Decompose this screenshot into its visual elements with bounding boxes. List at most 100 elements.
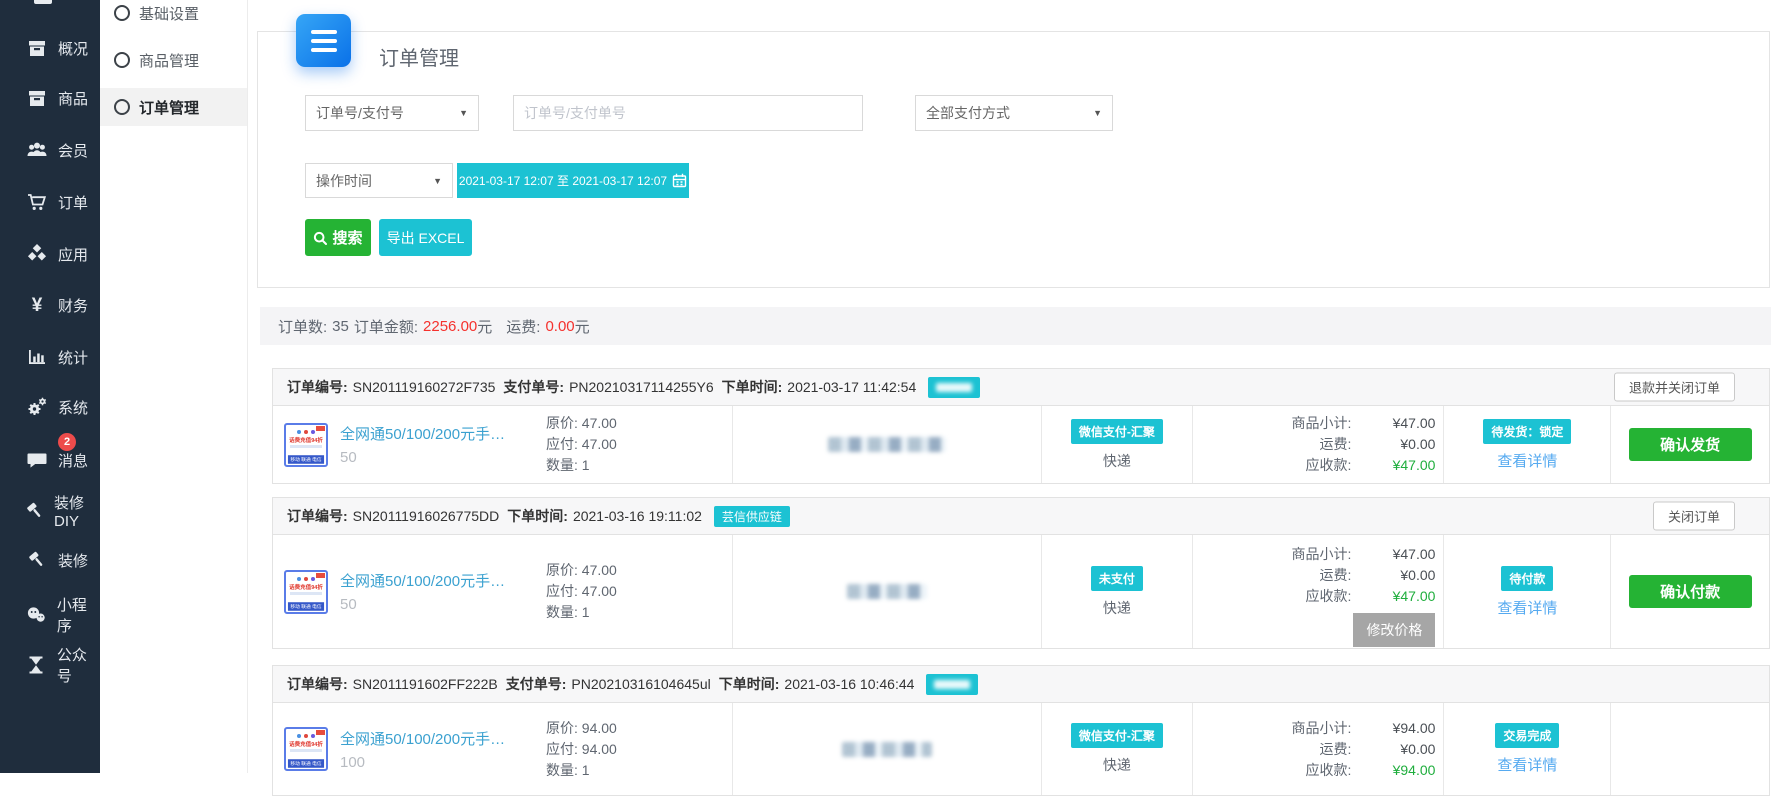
status-badge: 待付款 [1501,566,1553,591]
sidebar-item-label: 财务 [58,295,88,316]
view-details-link[interactable]: 查看详情 [1497,597,1557,618]
view-details-link[interactable]: 查看详情 [1497,754,1557,775]
subtotal: ¥47.00 [1351,544,1435,565]
sidebar-item-system[interactable]: 系统 [0,387,100,427]
shipping-fee: ¥0.00 [1351,434,1435,455]
order-card: 订单编号: SN201119160272F735 支付单号: PN2021031… [272,368,1770,484]
payment-cell: 未支付 快递 [1042,535,1193,648]
order-sn: SN201119160272F735 [353,379,496,395]
product-name-link[interactable]: 全网通50/100/200元手… [340,728,536,749]
sidebar-item-label: 消息 [58,450,88,471]
amount-label: 订单金额: [354,316,418,337]
receivable: ¥47.00 [1351,586,1435,607]
order-row: 话费充值94折 移动 联通 电信 全网通50/100/200元手… 50 原价:… [273,406,1769,483]
message-count-badge: 2 [58,433,76,451]
sidebar-item-finance[interactable]: ¥ 财务 [0,285,100,325]
order-card: 订单编号: SN2011191602FF222B 支付单号: PN2021031… [272,665,1770,796]
sidebar-item-label: 订单 [58,192,88,213]
users-icon [24,138,50,162]
submenu-item-label: 订单管理 [139,97,199,118]
date-range-picker[interactable]: 2021-03-17 12:07 至 2021-03-17 12:07 [457,163,689,198]
sub-sidebar: 基础设置 商品管理 订单管理 [100,0,248,773]
status-badge: 待发货：锁定 [1483,419,1571,444]
shipping-fee: ¥0.00 [1351,565,1435,586]
modify-price-button[interactable]: 修改价格 [1353,613,1435,647]
submenu-item-product-management[interactable]: 商品管理 [100,41,247,79]
clipped-menu-icon [34,0,52,4]
hourglass-icon [24,653,49,677]
status-cell: 待发货：锁定 查看详情 [1444,406,1611,483]
time-type-select[interactable]: 操作时间 ▼ [305,163,453,198]
search-icon [313,231,327,245]
price-info: 原价: 47.00 应付: 47.00 数量: 1 [546,560,617,623]
sidebar-item-official-account[interactable]: 公众号 [0,645,100,685]
totals-cell: 商品小计:¥94.00 运费:¥0.00 应收款:¥94.00 [1193,703,1445,795]
payment-cell: 微信支付-汇聚 快递 [1042,703,1193,795]
sidebar-item-apps[interactable]: 应用 [0,234,100,274]
sidebar-item-products[interactable]: 商品 [0,78,100,118]
payment-cell: 微信支付-汇聚 快递 [1042,406,1193,483]
subtotal: ¥94.00 [1351,718,1435,739]
shipping-label: 运费: [506,316,540,337]
order-row: 话费充值94折 移动 联通 电信 全网通50/100/200元手… 100 原价… [273,703,1769,795]
sidebar-item-label: 商品 [58,88,88,109]
totals-cell: 商品小计:¥47.00 运费:¥0.00 应收款:¥47.00 修改价格 [1193,535,1445,648]
view-details-link[interactable]: 查看详情 [1497,450,1557,471]
confirm-ship-button[interactable]: 确认发货 [1629,428,1752,461]
orig-price: 47.00 [582,415,617,431]
circle-icon [114,99,130,115]
sidebar-item-messages[interactable]: 2 消息 [0,440,100,480]
sidebar-item-label: 装修DIY [54,492,100,530]
sidebar-item-members[interactable]: 会员 [0,130,100,170]
product-thumbnail[interactable]: 话费充值94折 移动 联通 电信 [284,423,328,467]
wechat-icon [24,603,49,627]
delivery-type: 快递 [1103,598,1131,618]
gavel-icon [24,499,46,523]
paid-price: 47.00 [582,583,617,599]
product-name-link[interactable]: 全网通50/100/200元手… [340,570,536,591]
submenu-item-label: 基础设置 [139,3,199,24]
box-icon [24,86,50,110]
sidebar-item-stats[interactable]: 统计 [0,337,100,377]
paid-price: 47.00 [582,436,617,452]
order-time: 2021-03-17 11:42:54 [787,379,916,395]
supplier-badge-redacted [926,674,978,695]
confirm-payment-button[interactable]: 确认付款 [1629,575,1752,608]
sidebar-item-orders[interactable]: 订单 [0,182,100,222]
product-thumbnail[interactable]: 话费充值94折 移动 联通 电信 [284,727,328,771]
search-button[interactable]: 搜索 [305,219,371,256]
product-name-link[interactable]: 全网通50/100/200元手… [340,423,536,444]
sidebar-item-decorate[interactable]: 装修 [0,540,100,580]
select-value: 操作时间 [316,171,372,191]
hamburger-icon [311,30,337,34]
order-number-input[interactable] [513,95,863,131]
submenu-item-basic-settings[interactable]: 基础设置 [100,0,247,32]
sidebar-item-decorate-diy[interactable]: 装修DIY [0,491,100,531]
refund-close-order-button[interactable]: 退款并关闭订单 [1614,373,1735,402]
order-time: 2021-03-16 10:46:44 [784,676,914,692]
buyer-name-redacted [847,584,927,599]
receivable: ¥94.00 [1351,760,1435,781]
product-thumbnail[interactable]: 话费充值94折 移动 联通 电信 [284,570,328,614]
quantity: 1 [582,604,590,620]
order-header: 订单编号: SN2011191602FF222B 支付单号: PN2021031… [273,666,1769,703]
cart-icon [24,190,50,214]
order-sn: SN2011191602FF222B [353,676,498,692]
select-value: 订单号/支付号 [316,103,404,123]
price-info: 原价: 94.00 应付: 94.00 数量: 1 [546,718,617,781]
calendar-icon [672,173,687,188]
bar-chart-icon [24,345,50,369]
sidebar-item-overview[interactable]: 概况 [0,28,100,68]
date-range-value: 2021-03-17 12:07 至 2021-03-17 12:07 [459,172,667,189]
order-summary-bar: 订单数: 35 订单金额: 2256.00 元 运费: 0.00 元 [260,307,1771,345]
sidebar-item-label: 会员 [58,140,88,161]
export-excel-button[interactable]: 导出 EXCEL [379,219,472,256]
receivable: ¥47.00 [1351,455,1435,476]
collapse-menu-button[interactable] [296,14,351,67]
close-order-button[interactable]: 关闭订单 [1653,502,1735,531]
sidebar-item-mini-program[interactable]: 小程序 [0,595,100,635]
payment-method-select[interactable]: 全部支付方式 ▼ [915,95,1113,131]
filter-panel [257,31,1770,288]
submenu-item-order-management[interactable]: 订单管理 [100,88,247,126]
search-type-select[interactable]: 订单号/支付号 ▼ [305,95,479,131]
